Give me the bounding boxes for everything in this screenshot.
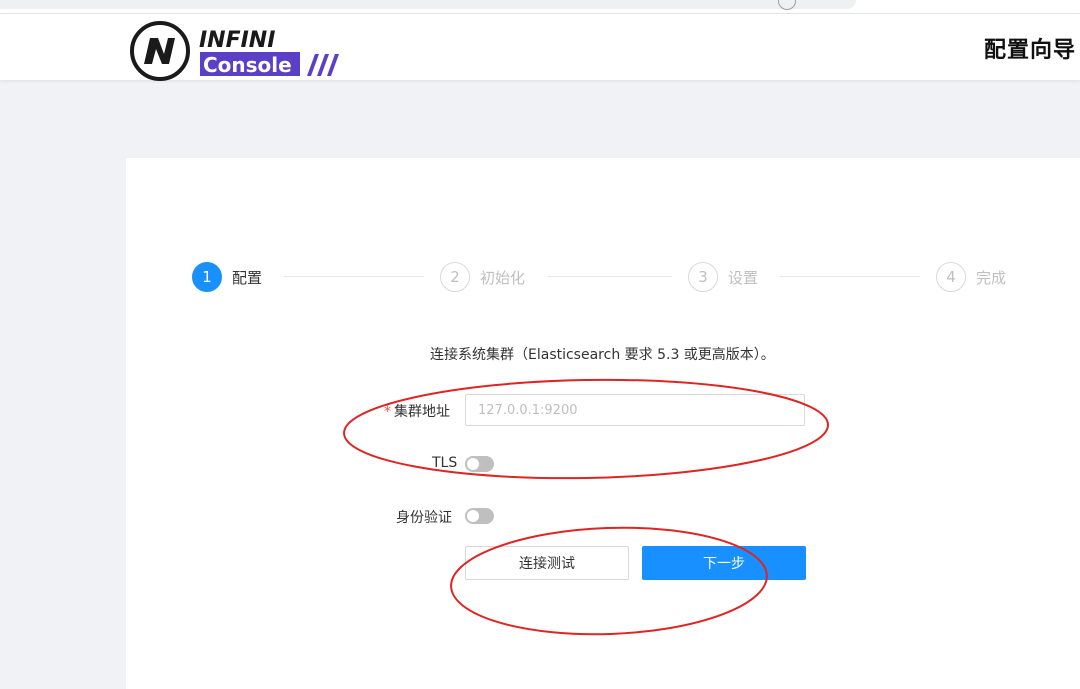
cluster-address-label: * 集群地址 <box>384 401 450 421</box>
step-number-4: 4 <box>936 262 966 292</box>
browser-chrome <box>0 0 1080 14</box>
cluster-address-label-text: 集群地址 <box>394 404 450 420</box>
app-header: INFINI Console 配置向导 <box>0 14 1080 82</box>
toggle-knob <box>467 458 479 470</box>
auth-toggle[interactable] <box>465 508 494 524</box>
step-connector <box>548 276 672 277</box>
cluster-address-input[interactable] <box>465 394 805 426</box>
logo-text-infini: INFINI <box>199 28 275 53</box>
form-intro-text: 连接系统集群（Elasticsearch 要求 5.3 或更高版本）。 <box>430 347 775 363</box>
step-label-complete: 完成 <box>976 268 1007 287</box>
page-title: 配置向导 <box>983 38 1076 63</box>
tls-toggle[interactable] <box>465 456 494 472</box>
required-mark: * <box>384 404 391 420</box>
auth-label: 身份验证 <box>396 510 452 526</box>
step-number-2: 2 <box>440 262 470 292</box>
step-settings[interactable]: 3 设置 <box>688 261 758 293</box>
logo-text-console: Console <box>203 53 292 77</box>
step-config[interactable]: 1 配置 <box>192 261 262 293</box>
next-step-button[interactable]: 下一步 <box>642 546 806 580</box>
step-connector <box>284 276 424 277</box>
setup-wizard-card: 1 配置 2 初始化 3 设置 4 完成 连接系统集群（Elasticsearc… <box>126 158 1080 689</box>
step-connector <box>780 276 920 277</box>
browser-status-icon <box>778 0 796 10</box>
infini-console-logo[interactable]: INFINI Console <box>128 18 348 82</box>
tls-label: TLS <box>432 455 458 471</box>
step-initialize[interactable]: 2 初始化 <box>440 261 525 293</box>
toggle-knob <box>467 510 479 522</box>
test-connection-button[interactable]: 连接测试 <box>465 546 629 580</box>
step-number-3: 3 <box>688 262 718 292</box>
address-bar[interactable] <box>0 0 856 10</box>
step-complete[interactable]: 4 完成 <box>936 261 1006 293</box>
logo-graphic: INFINI Console <box>130 21 339 81</box>
step-number-1: 1 <box>192 262 222 292</box>
step-label-config: 配置 <box>232 268 263 287</box>
step-label-settings: 设置 <box>728 268 759 287</box>
step-label-initialize: 初始化 <box>480 268 526 287</box>
